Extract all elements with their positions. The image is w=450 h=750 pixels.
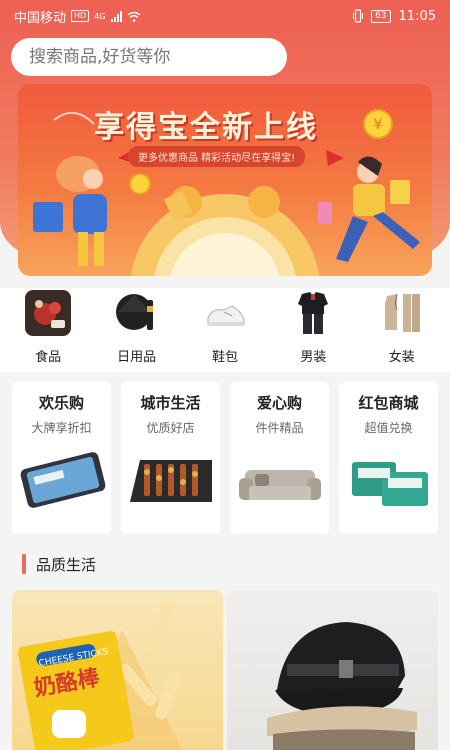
feature-title: 爱心购: [256, 394, 302, 412]
category-item-shoes-bags[interactable]: 鞋包: [185, 288, 265, 372]
category-item-menswear[interactable]: 男装: [273, 288, 353, 372]
network-label: 4G: [94, 11, 106, 21]
search-bar[interactable]: [11, 38, 287, 76]
feature-card-red-packet-mall[interactable]: 红包商城 超值兑换: [339, 382, 438, 534]
feature-title: 欢乐购: [38, 394, 84, 412]
carrier-label: 中国移动: [14, 10, 67, 26]
category-label: 食品: [35, 350, 62, 365]
feature-subtitle: 件件精品: [255, 421, 304, 435]
shoe-icon: [202, 290, 248, 336]
feature-card-love-buy[interactable]: 爱心购 件件精品: [230, 382, 329, 534]
feature-subtitle: 超值兑换: [364, 421, 413, 435]
tissue-icon: [344, 448, 434, 518]
category-bar: 食品 日用品 鞋包 男装 女装: [0, 288, 450, 372]
feature-cards: 欢乐购 大牌享折扣 城市生活 优质好店 爱心购 件件精品 红包商城 超值兑换: [0, 382, 450, 534]
feature-title: 城市生活: [140, 394, 201, 412]
vibrate-icon: [353, 9, 364, 23]
cap-icon: [267, 622, 417, 750]
category-label: 日用品: [117, 350, 157, 365]
category-label: 鞋包: [211, 350, 238, 365]
feature-title: 红包商城: [358, 394, 419, 412]
umbrella-icon: [114, 290, 160, 336]
phone-icon: [17, 448, 107, 518]
feature-subtitle: 优质好店: [146, 421, 195, 435]
sofa-icon: [235, 448, 325, 518]
menswear-icon: [290, 290, 336, 336]
product-grid: CHEESE STICKS 奶酪棒: [12, 590, 438, 750]
product-card-cheese-sticks[interactable]: CHEESE STICKS 奶酪棒: [12, 590, 223, 750]
feature-card-city-life[interactable]: 城市生活 优质好店: [121, 382, 220, 534]
food-icon: [25, 290, 72, 336]
section-title: 品质生活: [36, 555, 97, 574]
section-heading: 品质生活: [0, 542, 450, 586]
signal-icon: [110, 10, 122, 22]
promo-banner[interactable]: ¥ 享得宝全新上线 更多优惠商品 精彩活动尽在享得宝!: [18, 84, 432, 276]
category-item-food[interactable]: 食品: [8, 288, 88, 372]
womenswear-icon: [379, 290, 425, 336]
search-input[interactable]: [29, 47, 269, 67]
banner-subtitle: 更多优惠商品 精彩活动尽在享得宝!: [128, 146, 306, 167]
category-label: 女装: [388, 350, 415, 365]
category-item-daily[interactable]: 日用品: [97, 288, 177, 372]
status-bar: 中国移动 HD 4G 63 11:05: [0, 0, 450, 32]
product-card-cap[interactable]: [227, 590, 438, 750]
section-accent-bar: [22, 554, 26, 574]
cheese-sticks-icon: CHEESE STICKS 奶酪棒: [17, 602, 182, 750]
skewers-icon: [126, 448, 216, 518]
banner-title: 享得宝全新上线: [94, 110, 318, 145]
category-item-womenswear[interactable]: 女装: [362, 288, 442, 372]
feature-card-happy-buy[interactable]: 欢乐购 大牌享折扣: [12, 382, 111, 534]
category-label: 男装: [300, 350, 327, 365]
hd-badge: HD: [71, 10, 90, 22]
feature-subtitle: 大牌享折扣: [31, 421, 92, 435]
svg-text:¥: ¥: [374, 117, 383, 133]
wifi-icon: [127, 11, 140, 22]
clock: 11:05: [398, 8, 436, 24]
battery-icon: 63: [371, 9, 391, 23]
